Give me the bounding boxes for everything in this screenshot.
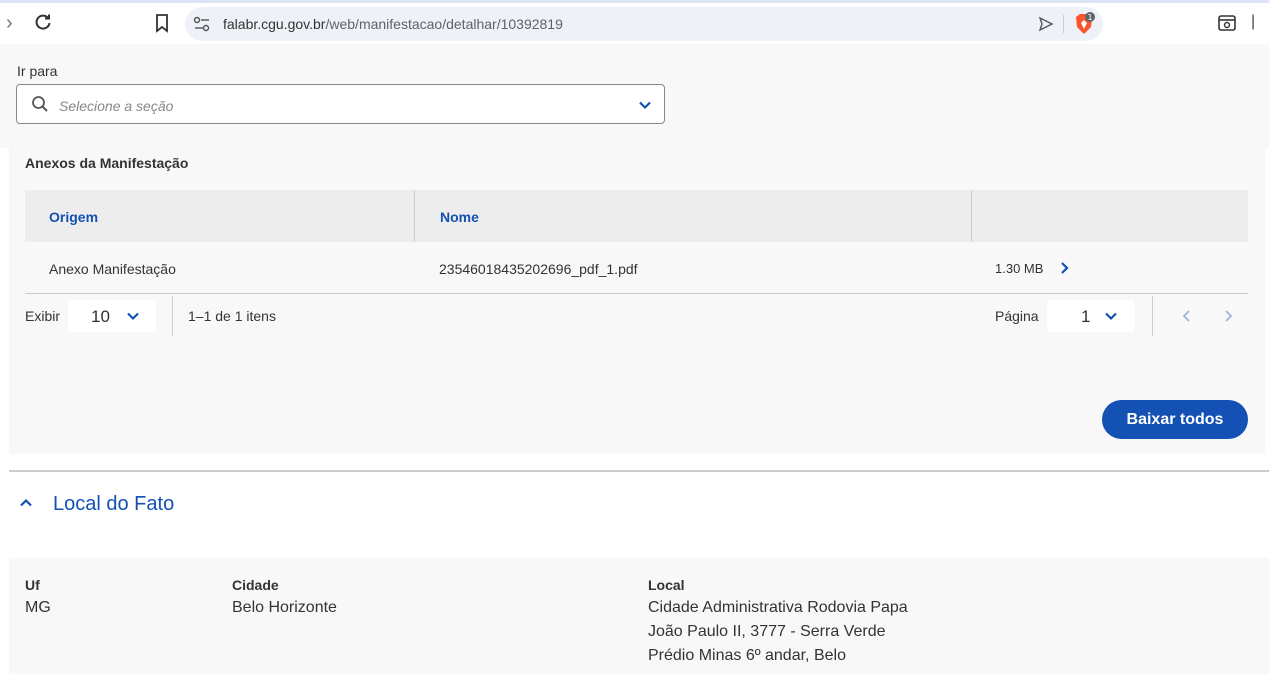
address-bar[interactable]: falabr.cgu.gov.br/web/manifestacao/detal… xyxy=(185,7,1103,41)
anexos-title: Anexos da Manifestação xyxy=(25,155,189,171)
local-label: Local xyxy=(648,577,685,593)
table-pagination: Exibir 10 1–1 de 1 itens Página 1 xyxy=(25,296,1248,336)
cell-file-size: 1.30 MB xyxy=(995,261,1044,276)
site-settings-icon[interactable] xyxy=(193,16,211,32)
local-value-line: João Paulo II, 3777 - Serra Verde xyxy=(648,623,886,640)
section-divider xyxy=(9,470,1269,472)
pager-divider xyxy=(172,296,173,336)
goto-label: Ir para xyxy=(17,63,58,79)
column-header-extra xyxy=(972,190,1248,242)
cell-nome: 23546018435202696_pdf_1.pdf xyxy=(439,261,638,277)
page-label: Página xyxy=(995,308,1039,324)
uf-value: MG xyxy=(25,599,51,616)
anexos-table-header: Origem Nome xyxy=(25,190,1248,242)
pager-divider xyxy=(1152,296,1153,336)
brave-shield-icon[interactable]: 1 xyxy=(1073,12,1095,36)
address-bar-divider xyxy=(1063,15,1064,33)
reader-mode-icon[interactable] xyxy=(1217,13,1237,33)
page-value: 1 xyxy=(1081,307,1091,326)
forward-icon[interactable]: › xyxy=(6,13,20,33)
section-title-local-do-fato[interactable]: Local do Fato xyxy=(53,493,174,516)
download-all-button[interactable]: Baixar todos xyxy=(1102,400,1248,439)
chevron-down-icon xyxy=(127,312,139,321)
local-do-fato-panel xyxy=(9,558,1269,674)
column-header-origem[interactable]: Origem xyxy=(25,190,415,242)
cidade-label: Cidade xyxy=(232,577,279,593)
bookmark-icon[interactable] xyxy=(152,12,172,34)
per-page-value: 10 xyxy=(91,307,110,326)
uf-label: Uf xyxy=(25,577,40,593)
cell-origem: Anexo Manifestação xyxy=(49,261,176,277)
reload-icon[interactable] xyxy=(32,11,54,33)
cidade-value: Belo Horizonte xyxy=(232,599,337,616)
page-select[interactable]: 1 xyxy=(1047,300,1135,332)
chevron-up-icon[interactable] xyxy=(17,494,35,512)
url-domain: falabr.cgu.gov.br xyxy=(223,16,326,32)
chevron-right-icon[interactable] xyxy=(1220,308,1236,324)
chevron-right-icon[interactable] xyxy=(1058,260,1072,276)
search-icon xyxy=(32,96,48,112)
items-range: 1–1 de 1 itens xyxy=(188,308,276,324)
url-path: /web/manifestacao/detalhar/10392819 xyxy=(325,16,563,32)
section-select[interactable]: Selecione a seção xyxy=(16,84,665,124)
local-value-line: Cidade Administrativa Rodovia Papa xyxy=(648,599,908,616)
send-icon[interactable] xyxy=(1038,16,1054,32)
table-row[interactable]: Anexo Manifestação 23546018435202696_pdf… xyxy=(25,242,1248,294)
toolbar-divider: | xyxy=(1251,13,1256,30)
per-page-label: Exibir xyxy=(25,308,61,324)
url-text: falabr.cgu.gov.br/web/manifestacao/detal… xyxy=(223,16,563,32)
chevron-left-icon[interactable] xyxy=(1179,308,1195,324)
column-header-nome[interactable]: Nome xyxy=(415,190,972,242)
section-select-placeholder: Selecione a seção xyxy=(59,98,174,114)
per-page-select[interactable]: 10 xyxy=(68,300,156,332)
browser-toolbar: › falabr.cgu.gov.br/web/manifestacao/det… xyxy=(0,0,1269,44)
chevron-down-icon[interactable] xyxy=(636,96,654,114)
chevron-down-icon xyxy=(1105,312,1117,321)
local-value-line: Prédio Minas 6º andar, Belo xyxy=(648,647,846,664)
brave-badge-count: 1 xyxy=(1087,13,1092,22)
